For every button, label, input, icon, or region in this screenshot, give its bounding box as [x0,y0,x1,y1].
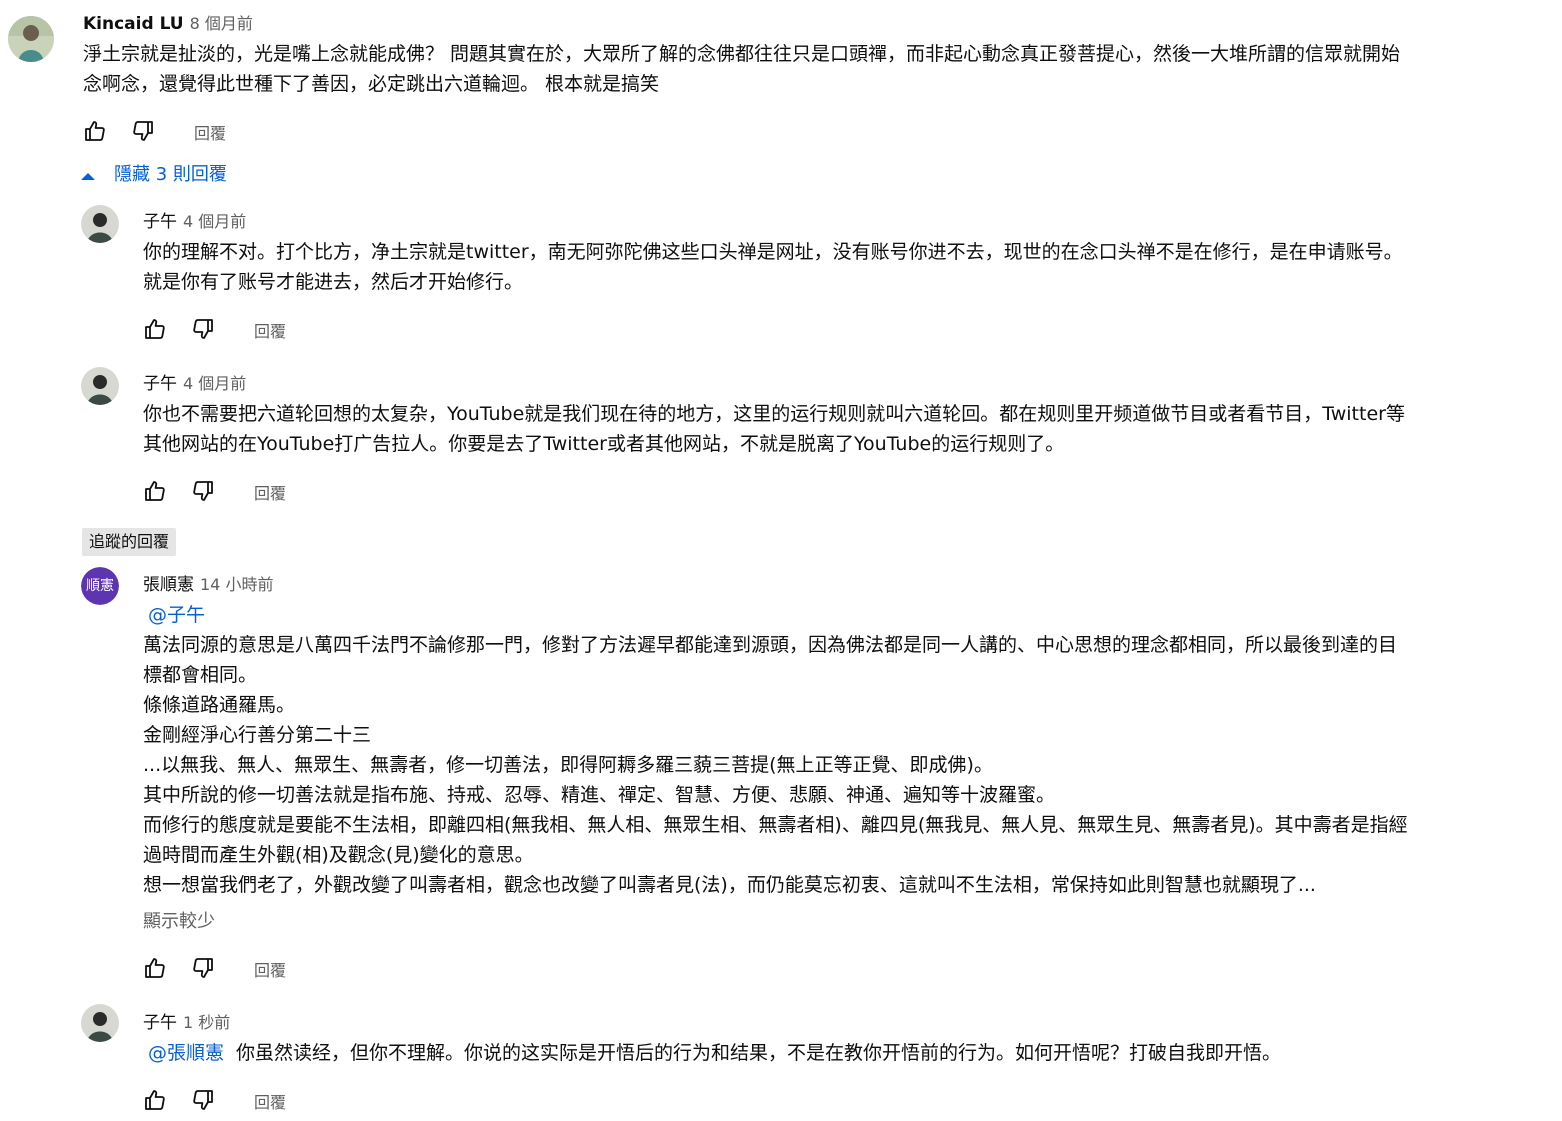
like-icon[interactable] [143,479,167,503]
comment-text: 你的理解不对。打个比方，净土宗就是twitter，南无阿弥陀佛这些口头禅是网址，… [143,241,1403,293]
comment-actions: 回覆 [143,479,343,503]
comment-timestamp[interactable]: 4 個月前 [183,374,246,393]
dislike-icon[interactable] [191,317,215,341]
dislike-icon[interactable] [191,1088,215,1112]
comment-author[interactable]: Kincaid LU [83,14,184,34]
mention-link[interactable]: @子午 [148,604,205,626]
comment-text: 淨土宗就是扯淡的，光是嘴上念就能成佛？ 問題其實在於，大眾所了解的念佛都往往只是… [83,43,1401,95]
mention-link[interactable]: @張順憲 [148,1042,224,1064]
comment-timestamp[interactable]: 8 個月前 [190,14,253,33]
comment-author[interactable]: 張順憲 [143,575,194,595]
reply-button[interactable]: 回覆 [254,957,286,981]
avatar[interactable] [81,1004,119,1042]
comment-text: 你也不需要把六道轮回想的太复杂，YouTube就是我们现在待的地方，这里的运行规… [143,403,1405,455]
comment-text: @張順憲 你虽然读经，但你不理解。你说的这实际是开悟后的行为和结果，不是在教你开悟… [148,1042,1282,1064]
hide-replies-label: 隱藏 3 則回覆 [114,164,227,185]
reply-button[interactable]: 回覆 [254,480,286,504]
dislike-icon[interactable] [191,479,215,503]
comment-actions: 回覆 [143,317,343,341]
avatar[interactable]: 順憲 [81,567,119,605]
like-icon[interactable] [83,119,107,143]
chevron-up-icon [80,165,96,186]
like-icon[interactable] [143,1088,167,1112]
comment-actions: 回覆 [143,956,343,980]
show-less-button[interactable]: 顯示較少 [143,907,215,933]
comment-actions: 回覆 [143,1088,343,1112]
avatar[interactable] [81,205,119,243]
comment-author[interactable]: 子午 [143,1013,177,1033]
reply-button[interactable]: 回覆 [194,120,226,144]
comment-author[interactable]: 子午 [143,374,177,394]
avatar[interactable] [8,16,54,62]
dislike-icon[interactable] [191,956,215,980]
like-icon[interactable] [143,317,167,341]
comment-timestamp[interactable]: 1 秒前 [183,1013,230,1032]
avatar[interactable] [81,367,119,405]
comment-actions: 回覆 [83,119,283,143]
comment-timestamp[interactable]: 4 個月前 [183,212,246,231]
avatar-initials: 順憲 [81,567,119,605]
reply-button[interactable]: 回覆 [254,1089,286,1113]
dislike-icon[interactable] [131,119,155,143]
like-icon[interactable] [143,956,167,980]
hide-replies-button[interactable]: 隱藏 3 則回覆 [80,160,227,188]
comment-text: @子午 萬法同源的意思是八萬四千法門不論修那一門，修對了方法遲早都能達到源頭，因… [143,604,1408,896]
comment-author[interactable]: 子午 [143,212,177,232]
comment-timestamp[interactable]: 14 小時前 [200,575,273,594]
reply-button[interactable]: 回覆 [254,318,286,342]
tracked-replies-label: 追蹤的回覆 [82,528,177,556]
